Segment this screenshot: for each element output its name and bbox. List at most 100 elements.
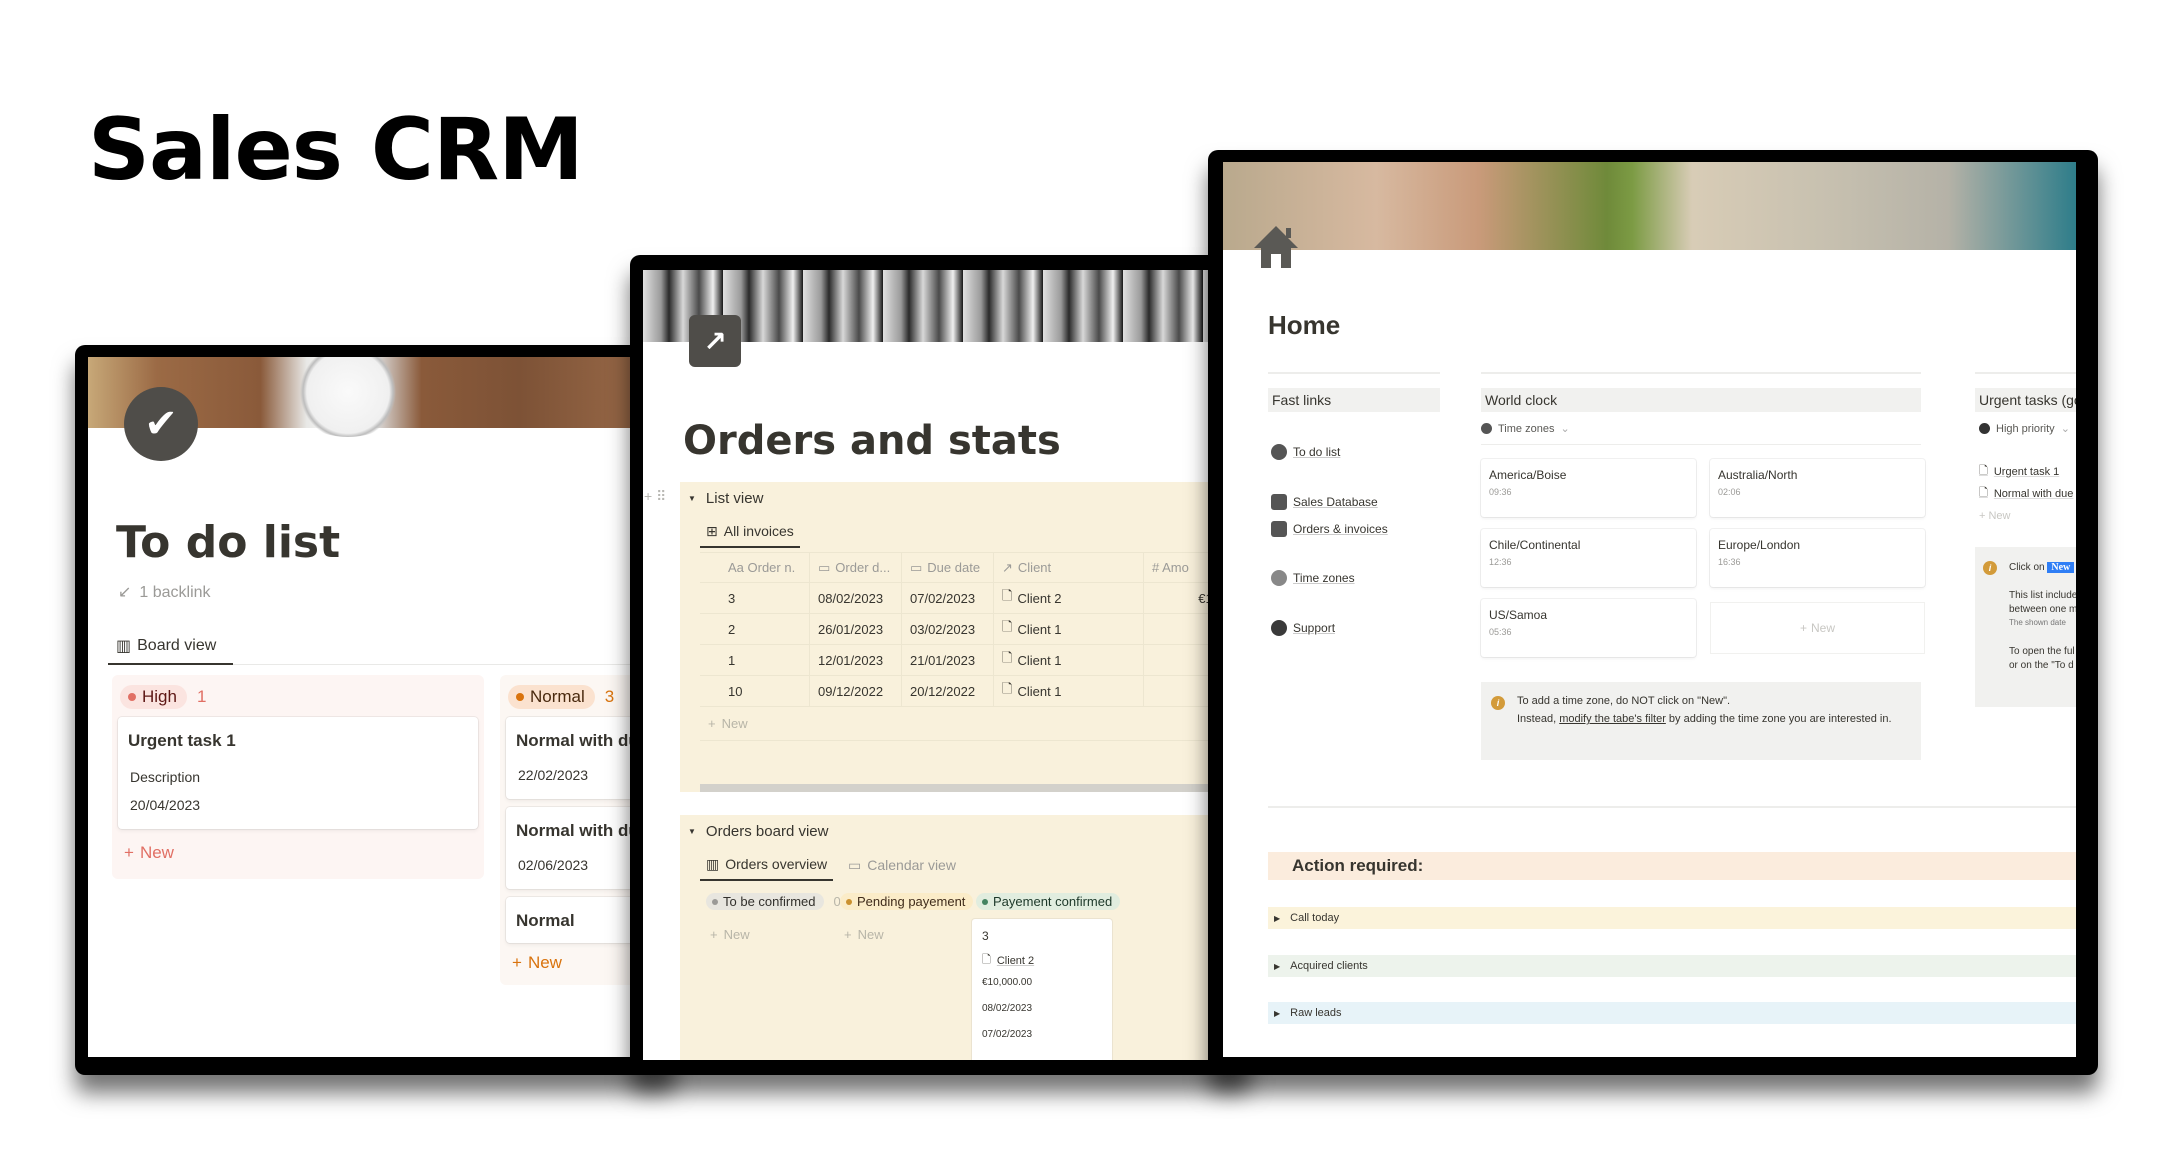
- tab-orders-overview[interactable]: ▥ Orders overview: [700, 849, 834, 881]
- callout-line: The shown date: [2009, 618, 2066, 627]
- globe-icon: [1481, 423, 1492, 434]
- callout-line: To add a time zone, do NOT click on "New…: [1517, 695, 1731, 707]
- column-header-client[interactable]: ↗ Client: [994, 553, 1144, 582]
- page-title: Orders and stats: [683, 418, 1061, 464]
- acquired-clients-toggle[interactable]: ▶ Acquired clients: [1268, 955, 2076, 977]
- column-divider: [1268, 372, 1440, 374]
- todo-icon: [1271, 444, 1287, 460]
- callout-line: Click on New: [2009, 561, 2075, 574]
- plus-icon: +: [512, 953, 522, 972]
- new-task-button[interactable]: + New: [1979, 510, 2011, 522]
- fast-link-support[interactable]: Support: [1271, 620, 1335, 636]
- order-card[interactable]: 3 🗋 Client 2 €10,000.00 08/02/2023 07/02/…: [972, 919, 1112, 1060]
- backlink-link[interactable]: ↙ 1 backlink: [118, 582, 211, 602]
- board-column-high: High 1 Urgent task 1 Description 20/04/2…: [112, 675, 484, 879]
- plus-icon: +: [124, 843, 134, 862]
- pill-label: To be confirmed: [723, 894, 816, 909]
- table-row[interactable]: 2 26/01/2023 03/02/2023 🗋Client 1 €: [700, 614, 1228, 645]
- card-order-date: 08/02/2023: [982, 1003, 1033, 1014]
- orders-board-toggle[interactable]: ▼ Orders board view: [688, 823, 828, 840]
- time-zone-card[interactable]: Europe/London 16:36: [1710, 529, 1925, 587]
- task-card[interactable]: Urgent task 1 Description 20/04/2023: [118, 717, 478, 829]
- card-amount: €10,000.00: [982, 977, 1033, 988]
- new-card-button[interactable]: + New: [512, 953, 562, 973]
- fast-link-orders-invoices[interactable]: Orders & invoices: [1271, 521, 1388, 537]
- time-zone-card[interactable]: America/Boise 09:36: [1481, 459, 1696, 517]
- backlink-label: 1 backlink: [139, 584, 211, 601]
- table-row[interactable]: 1 12/01/2023 21/01/2023 🗋Client 1 €: [700, 645, 1228, 676]
- column-header-due-date[interactable]: ▭ Due date: [902, 553, 994, 582]
- time-zone-callout: i To add a time zone, do NOT click on "N…: [1481, 682, 1921, 760]
- urgent-tasks-heading[interactable]: Urgent tasks (go: [1975, 388, 2076, 412]
- pill-label: Pending payement: [857, 894, 966, 909]
- card-date: 22/02/2023: [518, 767, 589, 783]
- cell-client[interactable]: 🗋 Client 1: [994, 645, 1144, 675]
- cell-order-date: 08/02/2023: [810, 583, 902, 613]
- link-label: To do list: [1293, 445, 1341, 459]
- urgent-task-item[interactable]: 🗋 Normal with due: [1979, 484, 2073, 503]
- fast-link-to-do-list[interactable]: To do list: [1271, 444, 1340, 460]
- status-pill: Pending payement: [840, 893, 974, 910]
- new-card-button[interactable]: + New: [844, 927, 884, 942]
- check-circle-icon: [1979, 423, 1990, 434]
- plus-icon: +: [844, 927, 852, 942]
- cell-order: 2: [700, 614, 810, 644]
- zone-time: 09:36: [1489, 487, 1512, 497]
- list-view-toggle[interactable]: ▼ List view: [688, 490, 763, 507]
- table-row[interactable]: 10 09/12/2022 20/12/2022 🗋Client 1 €: [700, 676, 1228, 707]
- fast-link-sales-database[interactable]: Sales Database: [1271, 494, 1378, 510]
- new-time-zone-button[interactable]: + New: [1710, 602, 1925, 654]
- call-today-toggle[interactable]: ▶ Call today: [1268, 907, 2076, 929]
- cell-client[interactable]: 🗋 Client 1: [994, 676, 1144, 706]
- new-badge: New: [2047, 562, 2075, 573]
- calendar-icon: ▭: [848, 856, 862, 873]
- tab-label: Board view: [137, 637, 217, 654]
- new-row-button[interactable]: + New: [700, 707, 1228, 741]
- todo-page: ✔ To do list ↙ 1 backlink ▥ Board view Hi…: [88, 357, 663, 1057]
- column-header-order-date[interactable]: ▭ Order d...: [810, 553, 902, 582]
- cell-client[interactable]: 🗋 Client 2: [994, 583, 1144, 613]
- zone-time: 12:36: [1489, 557, 1512, 567]
- cell-due-date: 20/12/2022: [902, 676, 994, 706]
- time-zone-card[interactable]: Chile/Continental 12:36: [1481, 529, 1696, 587]
- info-icon: i: [1983, 561, 1997, 575]
- modify-filter-link[interactable]: modify the tabe's filter: [1559, 713, 1666, 725]
- urgent-tasks-callout: i Click on New This list include between…: [1975, 547, 2076, 707]
- pill-label: Payement confirmed: [993, 894, 1113, 909]
- zone-name: US/Samoa: [1489, 608, 1548, 622]
- tab-board-view[interactable]: ▥ Board view: [108, 629, 233, 665]
- board-icon: ▥: [116, 638, 132, 655]
- database-icon: [1271, 494, 1287, 510]
- horizontal-scrollbar[interactable]: [700, 784, 1228, 792]
- card-due-date: 07/02/2023: [982, 1029, 1033, 1040]
- card-order-number: 3: [982, 929, 989, 943]
- high-priority-view-selector[interactable]: High priority ⌄: [1979, 422, 2070, 435]
- time-zones-view-selector[interactable]: Time zones ⌄: [1481, 422, 1570, 435]
- column-header: High 1: [120, 685, 206, 709]
- column-divider: [1481, 372, 1921, 374]
- new-card-button[interactable]: + New: [710, 927, 750, 942]
- column-header-order[interactable]: Aa Order n.: [700, 553, 810, 582]
- page-icon: 🗋: [1979, 487, 1988, 499]
- time-zone-card[interactable]: Australia/North 02:06: [1710, 459, 1925, 517]
- fast-link-time-zones[interactable]: Time zones: [1271, 570, 1355, 586]
- toggle-label: Call today: [1290, 912, 1340, 924]
- urgent-task-item[interactable]: 🗋 Urgent task 1: [1979, 462, 2059, 481]
- cell-order-date: 12/01/2023: [810, 645, 902, 675]
- table-row[interactable]: 3 08/02/2023 07/02/2023 🗋Client 2 €10: [700, 583, 1228, 614]
- drag-handle-icon[interactable]: +⠿: [644, 488, 670, 505]
- tab-calendar-view[interactable]: ▭ Calendar view: [842, 849, 962, 881]
- info-icon: [1271, 620, 1287, 636]
- callout-text-post: by adding the time zone you are interest…: [1665, 713, 1892, 725]
- cell-client[interactable]: 🗋 Client 1: [994, 614, 1144, 644]
- raw-leads-toggle[interactable]: ▶ Raw leads: [1268, 1002, 2076, 1024]
- hero-title: Sales CRM: [88, 100, 584, 200]
- tab-all-invoices[interactable]: ⊞ All invoices: [700, 516, 800, 548]
- orders-board-toggle-block: ▼ Orders board view ▥ Orders overview ▭ …: [680, 815, 1228, 1060]
- zone-name: America/Boise: [1489, 468, 1567, 482]
- link-label: Sales Database: [1293, 495, 1378, 509]
- new-card-button[interactable]: + New: [124, 843, 174, 863]
- house-icon: [1254, 226, 1298, 268]
- time-zone-card[interactable]: US/Samoa 05:36: [1481, 599, 1696, 657]
- card-client[interactable]: 🗋 Client 2: [982, 951, 1034, 970]
